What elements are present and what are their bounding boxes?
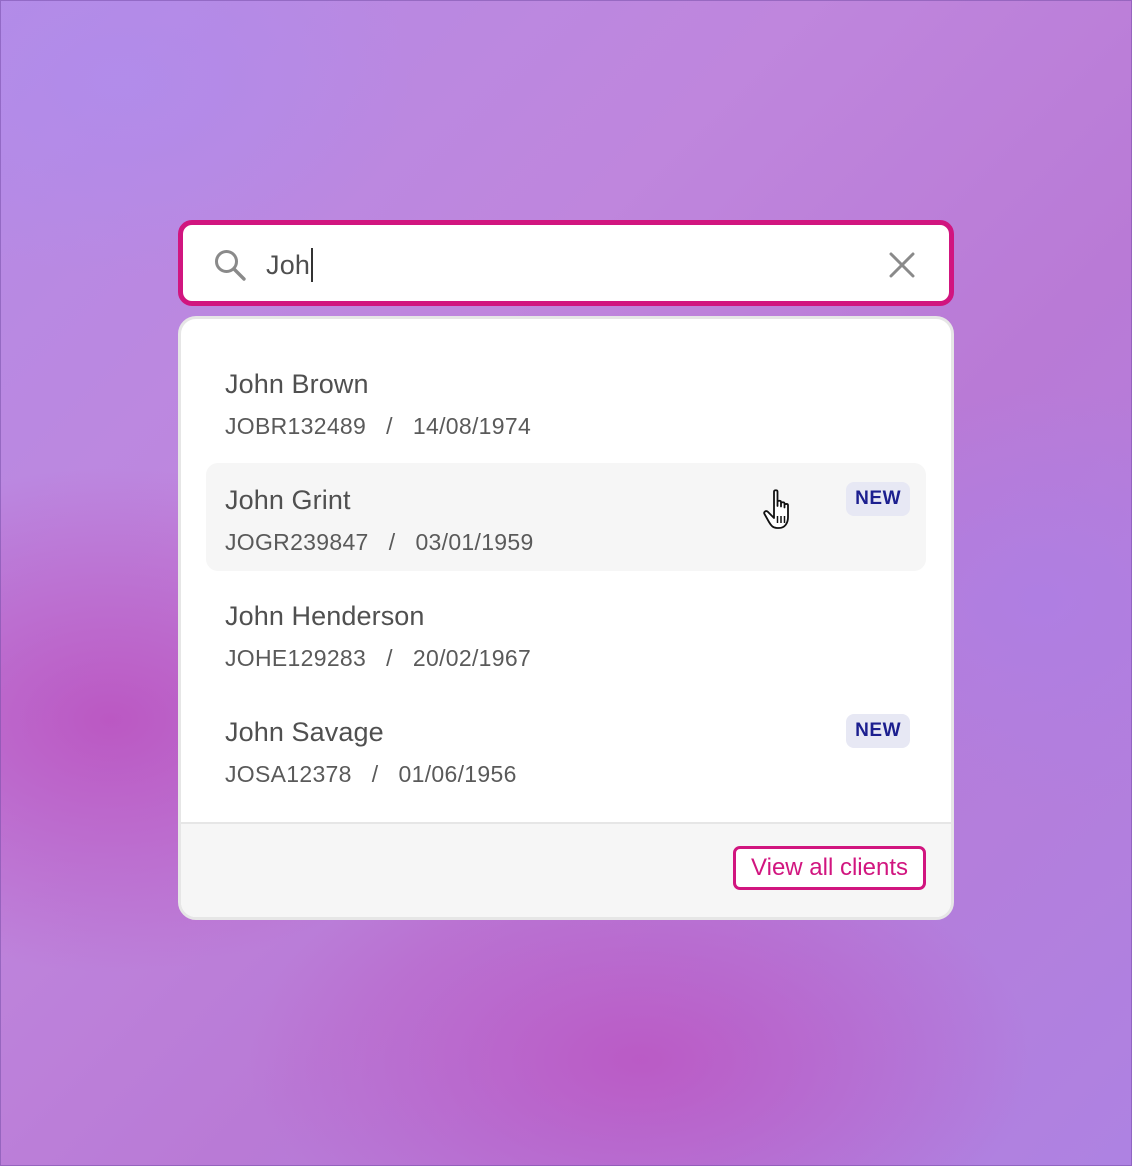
client-ref-and-dob: JOBR132489 / 14/08/1974 <box>225 413 532 439</box>
result-item-john-savage[interactable]: John Savage JOSA12378 / 01/06/1956 NEW <box>206 695 926 803</box>
result-item-john-henderson[interactable]: John Henderson JOHE129283 / 20/02/1967 <box>206 579 926 687</box>
client-ref-and-dob: JOSA12378 / 01/06/1956 <box>225 761 517 787</box>
client-name: John Henderson <box>225 601 425 631</box>
client-ref-and-dob: JOHE129283 / 20/02/1967 <box>225 645 532 671</box>
search-results-dropdown: John Brown JOBR132489 / 14/08/1974 John … <box>178 316 954 920</box>
client-name: John Grint <box>225 485 351 515</box>
new-badge: NEW <box>846 714 910 748</box>
result-item-john-brown[interactable]: John Brown JOBR132489 / 14/08/1974 <box>206 347 926 455</box>
new-badge: NEW <box>846 482 910 516</box>
dropdown-footer: View all clients <box>181 822 951 917</box>
client-name: John Savage <box>225 717 384 747</box>
client-ref-and-dob: JOGR239847 / 03/01/1959 <box>225 529 534 555</box>
results-list: John Brown JOBR132489 / 14/08/1974 John … <box>181 319 951 827</box>
result-item-john-grint[interactable]: John Grint JOGR239847 / 03/01/1959 NEW <box>206 463 926 571</box>
search-icon <box>215 250 246 281</box>
close-icon[interactable] <box>889 252 915 278</box>
client-name: John Brown <box>225 369 369 399</box>
search-input[interactable]: Joh <box>266 245 314 285</box>
text-caret <box>311 248 314 282</box>
search-query-text: Joh <box>266 249 311 280</box>
view-all-clients-button[interactable]: View all clients <box>733 846 926 890</box>
client-search-field[interactable]: Joh <box>178 220 954 306</box>
